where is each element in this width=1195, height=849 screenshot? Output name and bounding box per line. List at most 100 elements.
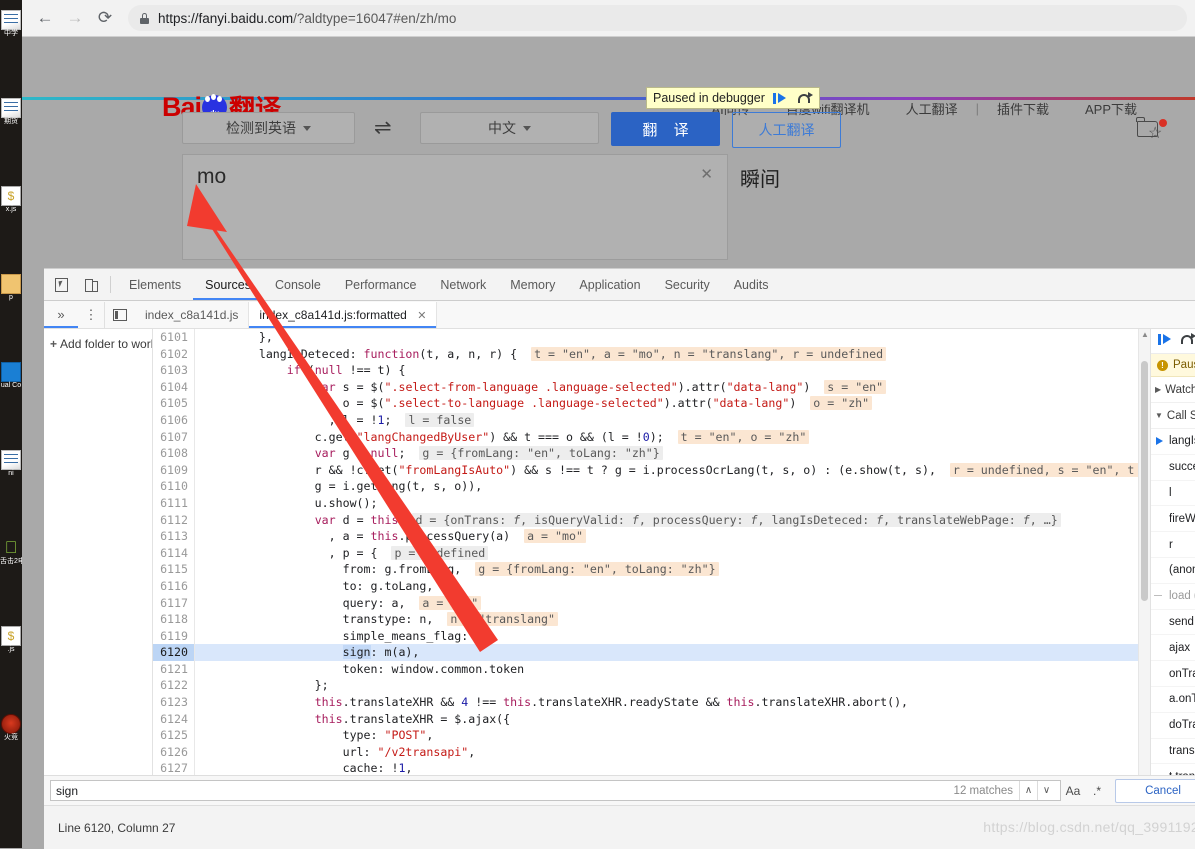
line-number[interactable]: 6105 <box>153 395 195 412</box>
desktop-icon[interactable]: ni <box>0 450 22 477</box>
line-number[interactable]: 6119 <box>153 627 195 645</box>
call-stack-section-header[interactable]: ▼ Call Stack <box>1151 403 1195 429</box>
desktop-icon[interactable]: p <box>0 274 22 301</box>
source-text-area[interactable]: mo ✕ <box>182 154 728 260</box>
call-stack-row[interactable]: onTrans <box>1151 661 1195 687</box>
toggle-device-toolbar-icon[interactable] <box>78 272 104 298</box>
line-source[interactable]: sign: m(a), <box>194 644 1139 661</box>
watch-section-header[interactable]: ▶ Watch <box>1151 377 1195 403</box>
code-line[interactable]: 6118 transtype: n, n = "translang" <box>153 611 1139 628</box>
tab-audits[interactable]: Audits <box>722 270 781 300</box>
code-line[interactable]: 6103 if (null !== t) { <box>153 362 1139 379</box>
code-line[interactable]: 6107 c.get("langChangedByUser") && t ===… <box>153 428 1140 446</box>
line-number[interactable]: 6111 <box>153 494 195 512</box>
line-source[interactable]: this.translateXHR = $.ajax({ <box>195 711 1140 728</box>
line-source[interactable]: g = i.getLang(t, s, o)), <box>195 478 1140 495</box>
tab-sources[interactable]: Sources <box>193 270 263 300</box>
clear-icon[interactable]: ✕ <box>700 165 713 183</box>
desktop-icon[interactable]: 火竞 <box>0 714 22 741</box>
code-line[interactable]: 6115 from: g.fromLang, g = {fromLang: "e… <box>153 561 1139 578</box>
line-number[interactable]: 6109 <box>153 461 195 479</box>
line-source[interactable]: token: window.common.token <box>195 661 1140 678</box>
line-number[interactable]: 6125 <box>153 727 195 744</box>
code-line[interactable]: 6122 }; <box>153 677 1139 695</box>
line-source[interactable]: c.get("langChangedByUser") && t === o &&… <box>195 429 1140 446</box>
call-stack-row[interactable]: transBtnClick <box>1151 739 1195 765</box>
code-line[interactable]: 6108 var g = null; g = {fromLang: "en", … <box>153 445 1139 462</box>
line-source[interactable]: , o = $(".select-to-language .language-s… <box>195 395 1140 412</box>
line-number[interactable]: 6121 <box>153 660 195 678</box>
folder-star-icon[interactable]: ☆ <box>1136 117 1167 142</box>
line-source[interactable]: u.show(); <box>195 495 1140 512</box>
source-language-dropdown[interactable]: 检测到英语 <box>182 112 355 144</box>
line-source[interactable]: query: a, a = "mo" <box>195 595 1140 612</box>
call-stack-row[interactable]: l <box>1151 481 1195 507</box>
call-stack-row[interactable]: (anonymous) <box>1151 558 1195 584</box>
step-over-icon[interactable] <box>796 90 815 107</box>
line-source[interactable]: url: "/v2transapi", <box>195 744 1140 761</box>
code-line[interactable]: 6125 type: "POST", <box>153 727 1139 744</box>
call-stack-row[interactable]: doTrans <box>1151 713 1195 739</box>
line-number[interactable]: 6120 <box>153 644 195 661</box>
tab-network[interactable]: Network <box>428 270 498 300</box>
search-next-icon[interactable]: ∨ <box>1037 781 1055 800</box>
code-line[interactable]: 6106 , l = !1; l = false <box>153 411 1140 429</box>
line-source[interactable]: to: g.toLang, <box>195 578 1140 595</box>
line-source[interactable]: , a = this.processQuery(a) a = "mo" <box>195 528 1140 545</box>
close-icon[interactable]: ✕ <box>417 310 426 322</box>
translate-button[interactable]: 翻 译 <box>611 112 720 146</box>
line-source[interactable]: , l = !1; l = false <box>195 412 1140 429</box>
tab-memory[interactable]: Memory <box>498 270 567 300</box>
vertical-scroll-thumb[interactable] <box>1141 361 1148 601</box>
call-stack-row[interactable]: send <box>1151 610 1195 636</box>
code-line[interactable]: 6123 this.translateXHR && 4 !== this.tra… <box>153 694 1139 711</box>
code-line[interactable]: 6126 url: "/v2transapi", <box>153 743 1140 761</box>
desktop-icon[interactable]: 舌击2电 <box>0 538 22 565</box>
cancel-button[interactable]: Cancel <box>1115 778 1195 803</box>
reload-icon[interactable]: ⟳ <box>90 3 120 33</box>
code-line[interactable]: 6119 simple_means_flag: 3, <box>153 627 1139 645</box>
search-input[interactable]: sign 12 matches ∧ ∨ <box>50 780 1061 801</box>
swap-languages-icon[interactable]: ⇌ <box>374 117 392 139</box>
line-number[interactable]: 6102 <box>153 345 195 363</box>
code-line[interactable]: 6102 langIsDeteced: function(t, a, n, r)… <box>153 345 1139 363</box>
code-vertical-scrollbar[interactable]: ▲ ▼ <box>1138 329 1150 837</box>
human-translate-button[interactable]: 人工翻译 <box>732 112 841 148</box>
code-line[interactable]: 6112 var d = this d = {onTrans: f, isQue… <box>153 511 1139 529</box>
line-number[interactable]: 6108 <box>153 445 195 462</box>
line-source[interactable]: var g = null; g = {fromLang: "en", toLan… <box>195 445 1140 462</box>
address-bar[interactable]: https://fanyi.baidu.com/?aldtype=16047#e… <box>128 5 1187 31</box>
line-number[interactable]: 6104 <box>153 378 195 396</box>
line-number[interactable]: 6112 <box>153 511 195 529</box>
line-source[interactable]: var s = $(".select-from-language .langua… <box>195 379 1140 396</box>
regex-toggle[interactable]: .* <box>1085 784 1109 798</box>
line-number[interactable]: 6110 <box>153 478 195 495</box>
line-source[interactable]: from: g.fromLang, g = {fromLang: "en", t… <box>195 561 1140 578</box>
code-line[interactable]: 6117 query: a, a = "mo" <box>153 594 1140 612</box>
call-stack-row[interactable]: success <box>1151 455 1195 481</box>
forward-icon[interactable]: → <box>60 3 90 33</box>
line-number[interactable]: 6116 <box>153 577 195 595</box>
line-number[interactable]: 6118 <box>153 611 195 628</box>
step-over-icon[interactable] <box>1180 332 1195 350</box>
line-number[interactable]: 6117 <box>153 594 195 612</box>
code-line[interactable]: 6113 , a = this.processQuery(a) a = "mo" <box>153 528 1139 545</box>
line-number[interactable]: 6123 <box>153 694 195 711</box>
code-line[interactable]: 6104 var s = $(".select-from-language .l… <box>153 378 1140 396</box>
tab-console[interactable]: Console <box>263 270 333 300</box>
line-number[interactable]: 6122 <box>153 677 195 695</box>
search-prev-icon[interactable]: ∧ <box>1019 781 1037 800</box>
code-line[interactable]: 6116 to: g.toLang, <box>153 577 1140 595</box>
code-line[interactable]: 6101 }, <box>153 329 1139 346</box>
line-source[interactable]: r && !c.get("fromLangIsAuto") && s !== t… <box>195 462 1139 479</box>
scroll-up-icon[interactable]: ▲ <box>1141 330 1149 339</box>
line-source[interactable]: this.translateXHR && 4 !== this.translat… <box>195 694 1140 711</box>
code-line[interactable]: 6111 u.show(); <box>153 494 1140 512</box>
add-folder-to-workspace-button[interactable]: +Add folder to workspace <box>44 329 152 351</box>
line-source[interactable]: if (null !== t) { <box>195 362 1140 379</box>
line-source[interactable]: transtype: n, n = "translang" <box>195 611 1140 628</box>
line-number[interactable]: 6113 <box>153 528 195 545</box>
line-number[interactable]: 6106 <box>153 411 195 429</box>
tab-elements[interactable]: Elements <box>117 270 193 300</box>
line-number[interactable]: 6124 <box>153 710 195 728</box>
